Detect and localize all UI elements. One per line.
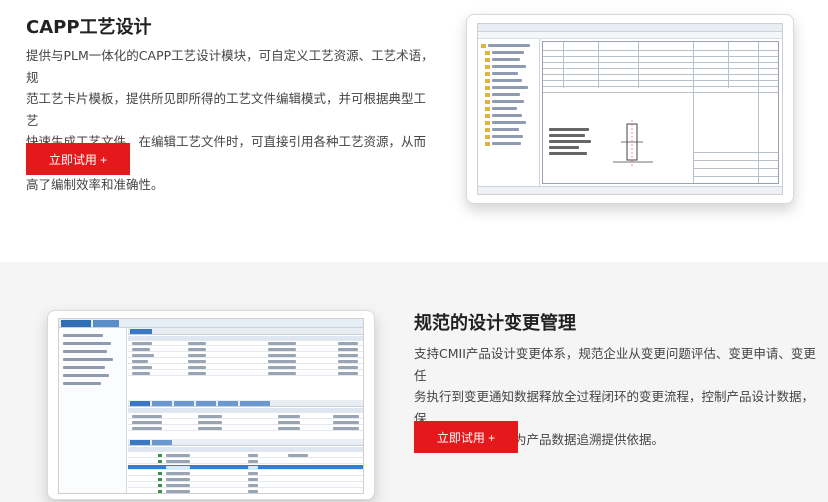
change-top-tabs [59, 319, 363, 328]
capp-try-button[interactable]: 立即试用 + [26, 143, 130, 175]
capp-menu-bar [478, 24, 782, 32]
change-desc-line-1: 支持CMII产品设计变更体系，规范企业从变更问题评估、变更申请、变更任 [414, 346, 816, 383]
capp-desc-line-1: 提供与PLM一体化的CAPP工艺设计模块，可自定义工艺资源、工艺术语，规 [26, 48, 434, 85]
capp-toolbar [478, 32, 782, 39]
change-main-panel [128, 328, 363, 493]
capp-section: CAPP工艺设计 提供与PLM一体化的CAPP工艺设计模块，可自定义工艺资源、工… [0, 0, 828, 262]
selected-row [128, 465, 363, 470]
change-title: 规范的设计变更管理 [414, 313, 576, 334]
change-section: 规范的设计变更管理 支持CMII产品设计变更体系，规范企业从变更问题评估、变更申… [0, 262, 828, 502]
change-tablet-frame [47, 310, 375, 500]
capp-screenshot [477, 23, 783, 195]
change-try-button[interactable]: 立即试用 + [414, 421, 518, 453]
capp-process-tree [478, 39, 540, 186]
change-filter-panel [59, 328, 127, 493]
capp-desc-line-4: 高了编制效率和准确性。 [26, 177, 164, 192]
change-screenshot [58, 318, 364, 494]
capp-desc-line-2: 范工艺卡片模板，提供所见即所得的工艺文件编辑模式，并可根据典型工艺 [26, 91, 427, 128]
part-drawing-icon [613, 120, 653, 166]
capp-process-card [542, 41, 779, 184]
capp-title: CAPP工艺设计 [26, 17, 152, 38]
capp-status-bar [478, 186, 782, 194]
capp-tablet-frame [466, 14, 794, 204]
